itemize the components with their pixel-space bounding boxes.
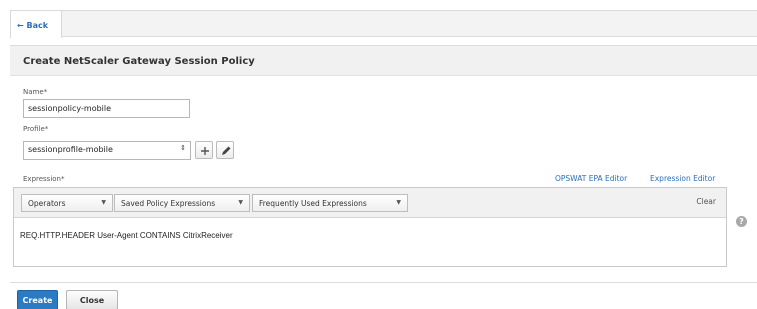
clear-button[interactable]: Clear	[696, 197, 716, 206]
edit-profile-button[interactable]	[216, 141, 234, 159]
caret-down-icon: ▼	[238, 199, 243, 206]
opswat-epa-editor-link[interactable]: OPSWAT EPA Editor	[555, 174, 627, 183]
select-arrows-icon: ⇕	[180, 144, 186, 152]
top-nav-bar: ← Back	[10, 10, 757, 38]
operators-dropdown[interactable]: Operators ▼	[21, 194, 113, 212]
close-button[interactable]: Close	[66, 290, 118, 309]
name-label: Name*	[23, 88, 48, 96]
pencil-icon	[222, 146, 231, 155]
page-title: Create NetScaler Gateway Session Policy	[23, 56, 255, 67]
caret-down-icon: ▼	[396, 199, 401, 206]
expression-toolbar: Operators ▼ Saved Policy Expressions ▼ F…	[14, 188, 726, 218]
help-icon[interactable]: ?	[736, 216, 747, 227]
caret-down-icon: ▼	[101, 199, 106, 206]
panel-header: Create NetScaler Gateway Session Policy	[10, 46, 757, 76]
profile-label: Profile*	[23, 125, 49, 133]
operators-label: Operators	[28, 199, 66, 208]
expression-label: Expression*	[23, 175, 65, 183]
plus-icon	[201, 147, 209, 155]
back-button[interactable]: ← Back	[10, 10, 62, 38]
expression-box: Operators ▼ Saved Policy Expressions ▼ F…	[13, 187, 727, 267]
add-profile-button[interactable]	[195, 141, 213, 159]
expression-textarea[interactable]: REQ.HTTP.HEADER User-Agent CONTAINS Citr…	[20, 231, 233, 240]
frequent-expressions-label: Frequently Used Expressions	[259, 199, 367, 208]
create-button[interactable]: Create	[17, 290, 58, 309]
profile-select-value: sessionprofile-mobile	[28, 145, 113, 154]
saved-expressions-label: Saved Policy Expressions	[121, 199, 216, 208]
profile-select[interactable]: sessionprofile-mobile ⇕	[23, 141, 191, 160]
name-input[interactable]	[23, 99, 190, 118]
expression-editor-link[interactable]: Expression Editor	[650, 174, 715, 183]
frequent-expressions-dropdown[interactable]: Frequently Used Expressions ▼	[252, 194, 408, 212]
saved-expressions-dropdown[interactable]: Saved Policy Expressions ▼	[114, 194, 250, 212]
